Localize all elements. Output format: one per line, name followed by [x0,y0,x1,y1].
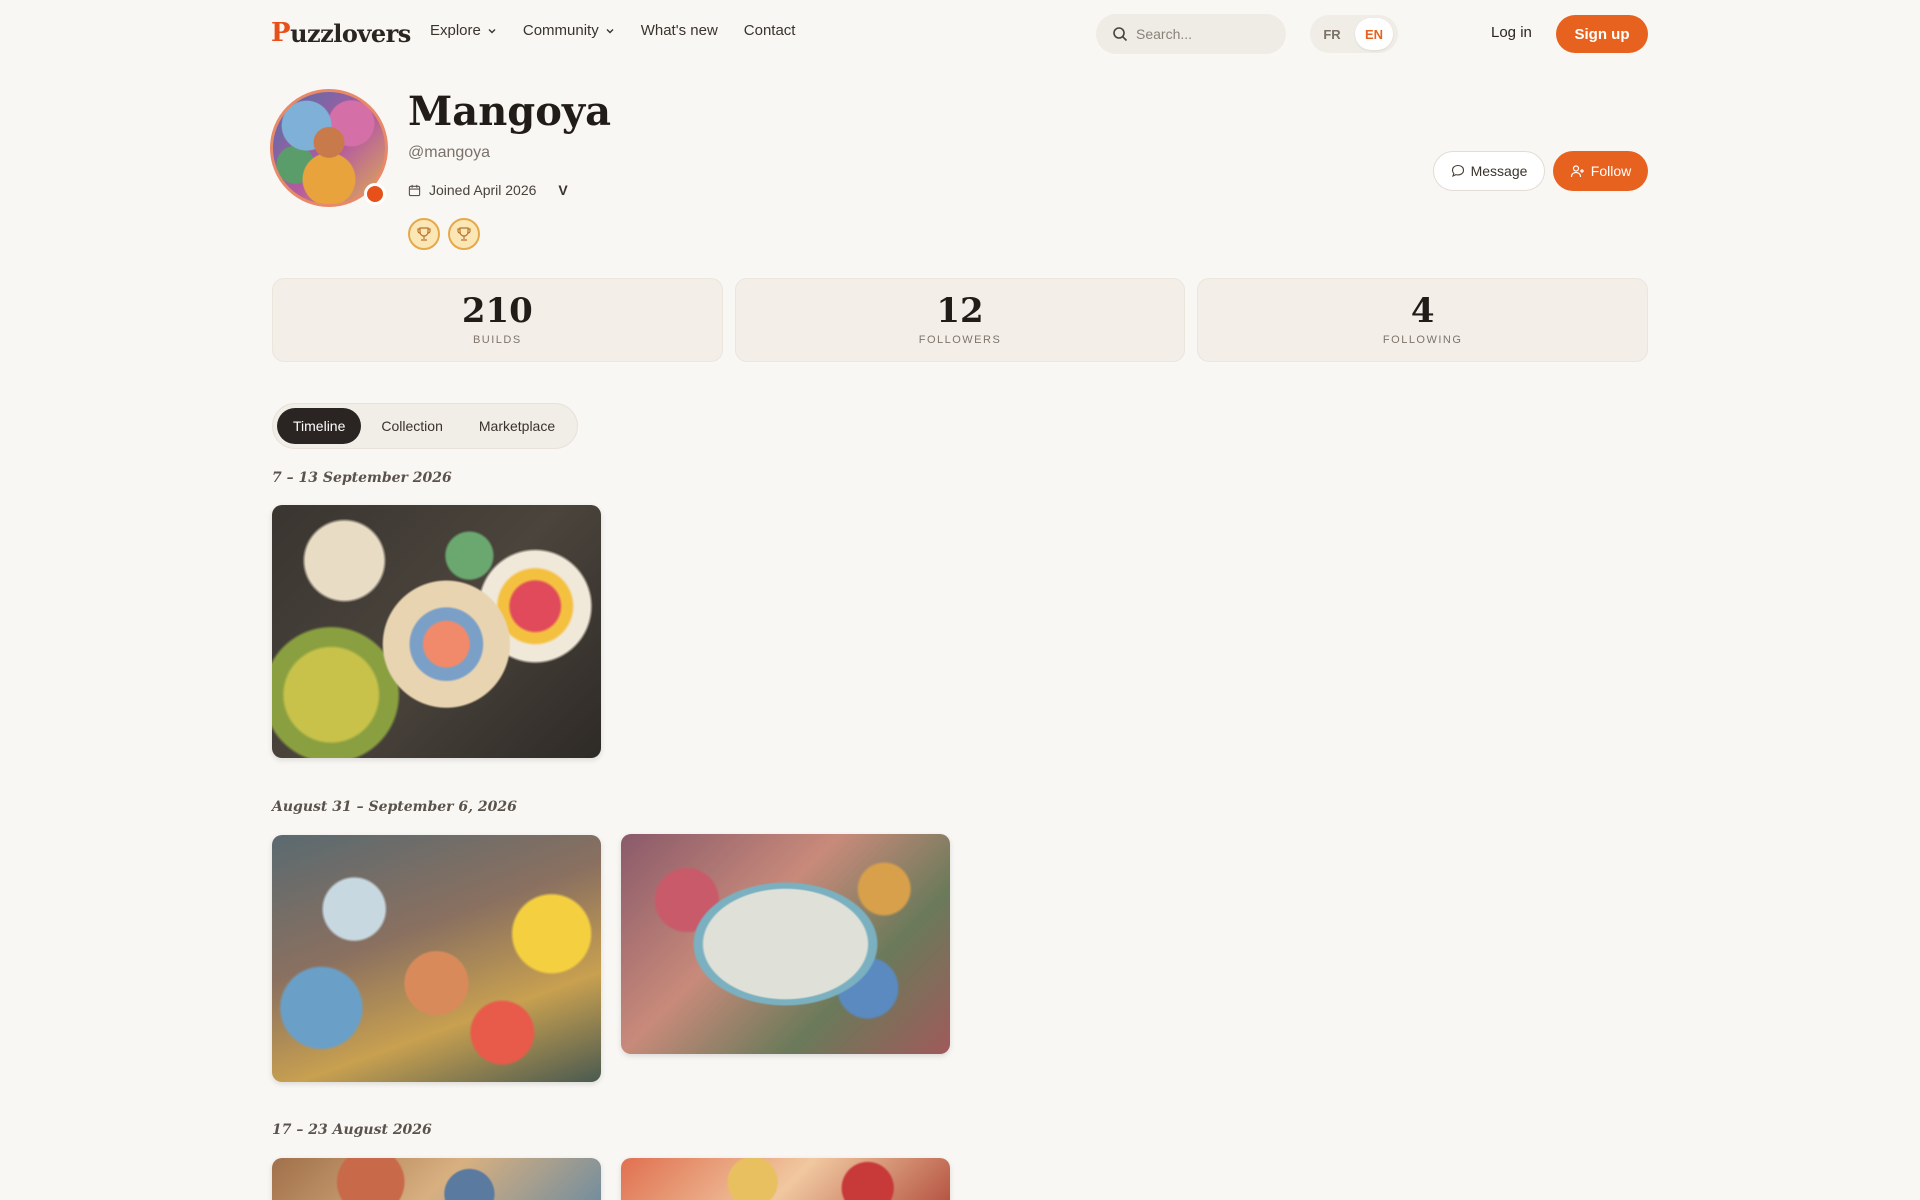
puzzle-card-image[interactable] [272,1158,601,1200]
nav-whats-new-label: What's new [640,22,718,39]
stat-label: FOLLOWING [1382,334,1463,346]
nav-contact[interactable]: Contact [744,22,796,39]
stat-label: FOLLOWERS [918,334,1002,346]
profile-name: Mangoya [408,88,612,135]
nav-community-label: Community [522,22,599,39]
top-navigation-bar: Puzzlovers Explore Community What's new … [0,0,1920,68]
stat-builds[interactable]: 210 BUILDS [272,278,723,362]
stat-value: 210 [461,291,533,331]
week-heading: 7 – 13 September 2026 [272,470,452,486]
tab-timeline[interactable]: Timeline [277,408,362,444]
lang-en-option[interactable]: EN [1355,18,1393,50]
chevron-down-icon [488,28,496,33]
language-switcher: FR EN [1310,15,1398,53]
trophy-icon[interactable] [408,218,440,250]
puzzle-card-image[interactable] [272,835,601,1082]
logo-mark: P [271,18,291,48]
search-icon [1113,27,1128,42]
puzzle-card-image[interactable] [621,834,950,1054]
user-plus-icon [1570,164,1584,177]
achievement-badges [408,218,480,250]
follow-button[interactable]: Follow [1553,151,1648,191]
nav-explore-label: Explore [430,22,481,39]
search-placeholder: Search... [1136,26,1193,42]
joined-info: Joined April 2026 V [408,182,568,198]
follow-label: Follow [1590,163,1632,179]
message-label: Message [1470,163,1528,179]
chat-bubble-icon [1451,164,1464,178]
puzzle-card-image[interactable] [272,505,601,758]
main-nav: Explore Community What's new Contact [430,22,795,39]
profile-tabs: Timeline Collection Marketplace [272,403,578,449]
profile-handle: @mangoya [408,144,491,161]
stat-following[interactable]: 4 FOLLOWING [1197,278,1649,362]
stat-value: 4 [1410,291,1435,331]
stat-label: BUILDS [472,334,522,346]
week-heading: August 31 – September 6, 2026 [272,799,517,815]
nav-explore[interactable]: Explore [430,22,497,39]
joined-date: Joined April 2026 [429,182,537,198]
nav-contact-label: Contact [743,22,796,39]
signup-button[interactable]: Sign up [1556,15,1648,53]
lang-fr-option[interactable]: FR [1313,18,1351,50]
verified-mark: V [558,182,568,198]
avatar-status-badge [364,183,386,205]
nav-community[interactable]: Community [523,22,615,39]
chevron-down-icon [606,28,614,33]
nav-whats-new[interactable]: What's new [641,22,718,39]
puzzlovers-logo[interactable]: Puzzlovers [271,18,411,48]
stat-followers[interactable]: 12 FOLLOWERS [734,278,1186,362]
tab-collection[interactable]: Collection [365,408,458,444]
profile-stats: 210 BUILDS 12 FOLLOWERS 4 FOLLOWING [272,278,1649,362]
tab-marketplace[interactable]: Marketplace [463,408,571,444]
puzzle-card-image[interactable] [621,1158,950,1200]
stat-value: 12 [936,291,984,331]
trophy-icon[interactable] [448,218,480,250]
calendar-icon [408,184,421,196]
search-input[interactable]: Search... [1096,14,1286,54]
profile-avatar [270,89,388,207]
week-heading: 17 – 23 August 2026 [272,1122,432,1138]
message-button[interactable]: Message [1433,151,1545,191]
logo-text: uzzlovers [290,18,411,48]
login-link[interactable]: Log in [1491,24,1532,41]
